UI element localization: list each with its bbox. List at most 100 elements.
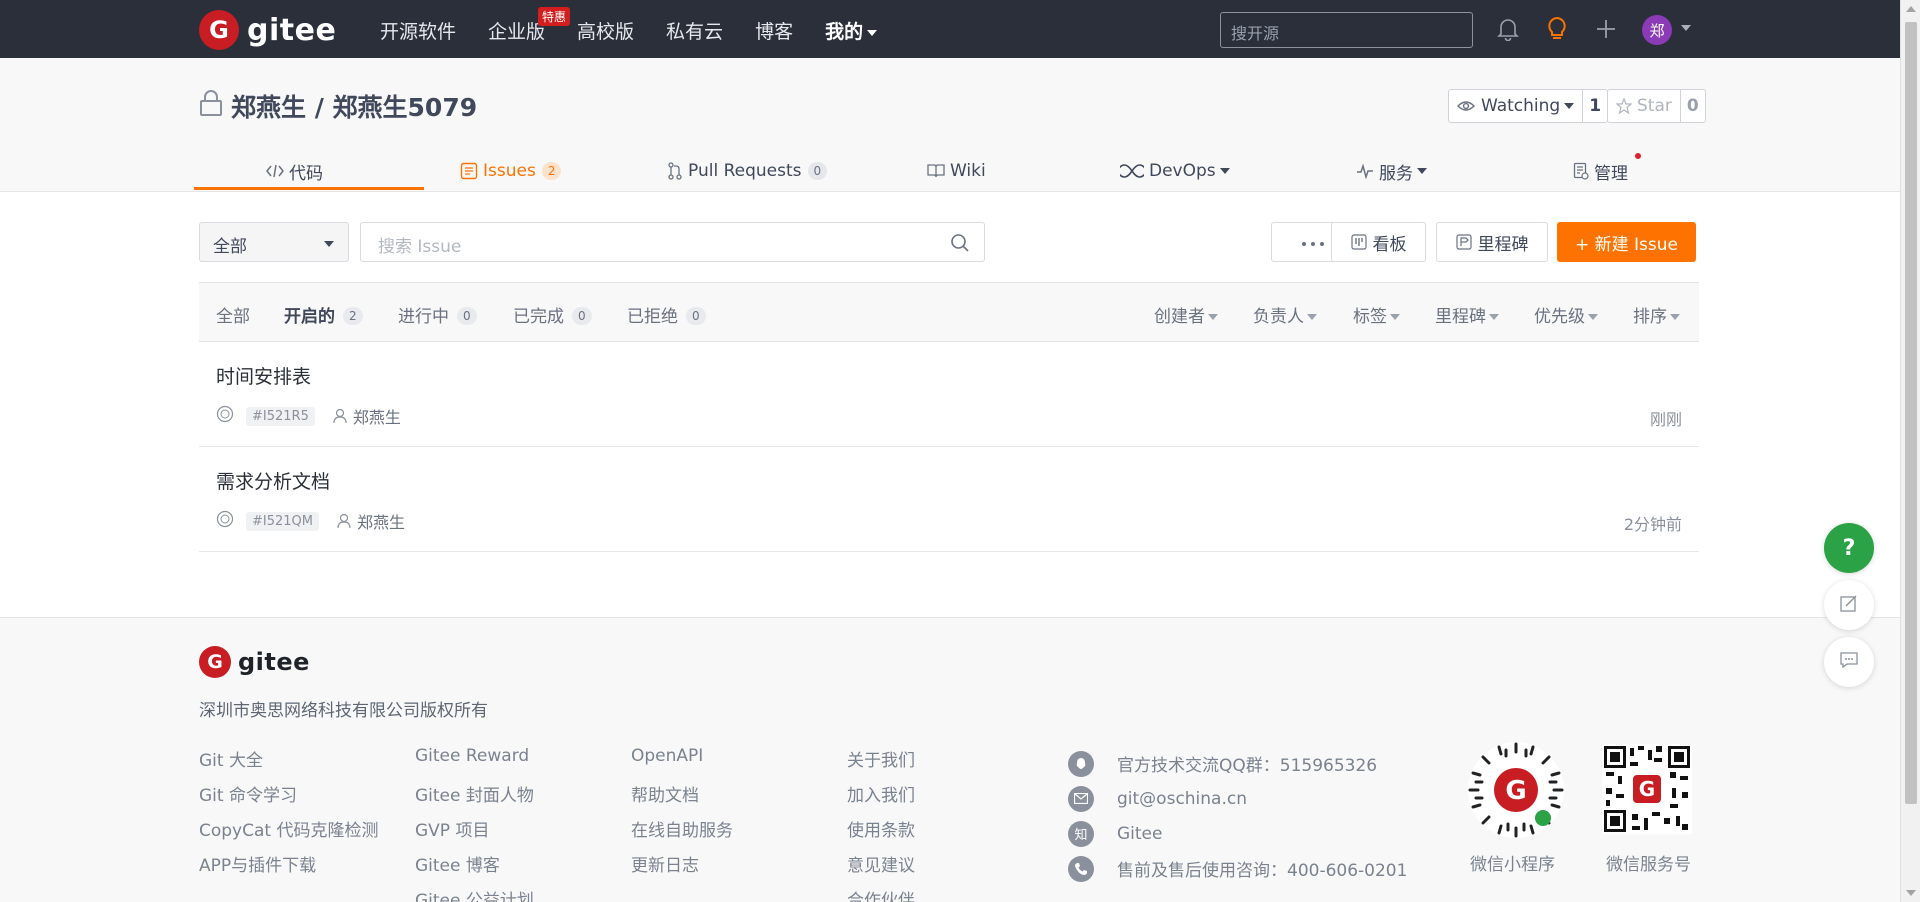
tab-wiki[interactable]: Wiki [927,150,986,192]
plus-icon[interactable] [1593,16,1619,42]
footer-link[interactable]: 更新日志 [631,851,733,886]
footer-logo[interactable]: G gitee [199,646,310,678]
footer-link[interactable]: 关于我们 [847,746,915,781]
issue-title[interactable]: 时间安排表 [216,362,311,389]
kanban-button[interactable]: 看板 [1331,222,1426,262]
footer-company: 深圳市奥思网络科技有限公司版权所有 [199,701,488,721]
watch-count[interactable]: 1 [1583,96,1607,116]
footer-link[interactable]: 在线自助服务 [631,816,733,851]
tab-code[interactable]: 代码 [266,150,323,192]
footer-link[interactable]: APP与插件下载 [199,851,378,886]
tab-manage[interactable]: 管理 [1573,150,1641,192]
filter-assignee[interactable]: 负责人 [1253,302,1317,327]
filter-milestone[interactable]: 里程碑 [1435,302,1499,327]
tab-pull-requests[interactable]: Pull Requests 0 [667,150,828,192]
eye-icon [1457,101,1475,111]
state-closed-count: 0 [572,307,592,325]
tab-services[interactable]: 服务 [1356,150,1427,192]
issue-number[interactable]: #I521QM [246,511,319,531]
chevron-down-icon [1219,168,1230,174]
footer-link[interactable]: 意见建议 [847,851,915,886]
issue-number[interactable]: #I521R5 [246,406,315,426]
star-button[interactable]: Star 0 [1607,89,1706,123]
watch-label: Watching [1481,96,1561,116]
repo-header: 郑燕生 / 郑燕生5079 Watching 1 Star 0 代码 Issue… [0,58,1900,192]
mini-program-label: 微信小程序 [1470,855,1555,875]
feedback-button[interactable] [1824,580,1874,630]
tab-issues[interactable]: Issues 2 [460,150,562,192]
issue-scope-select[interactable]: 全部 [199,222,349,262]
lightbulb-icon[interactable] [1544,16,1570,42]
state-all[interactable]: 全部 [216,302,250,327]
footer-link[interactable]: Gitee 公益计划 [415,886,534,902]
search-icon[interactable] [950,233,970,258]
contact-zhihu[interactable]: 知 Gitee [1068,816,1407,851]
list-item[interactable]: 需求分析文档 #I521QM 郑燕生 2分钟前 [199,447,1699,552]
state-progressing[interactable]: 进行中 0 [398,302,477,327]
scroll-down-icon[interactable] [1906,890,1916,896]
tab-pr-label: Pull Requests [688,161,802,181]
chat-button[interactable] [1824,637,1874,687]
footer-column-2: Gitee Reward Gitee 封面人物 GVP 项目 Gitee 博客 … [415,746,534,902]
footer-link[interactable]: Gitee Reward [415,746,534,781]
star-label-wrap: Star [1608,90,1681,122]
scroll-up-icon[interactable] [1906,6,1916,12]
nav-private-cloud[interactable]: 私有云 [666,17,723,44]
filter-priority[interactable]: 优先级 [1534,302,1598,327]
state-closed[interactable]: 已完成 0 [513,302,592,327]
nav-blog[interactable]: 博客 [755,17,793,44]
nav-enterprise[interactable]: 企业版 特惠 [488,7,571,44]
gitee-logo[interactable]: G gitee [199,10,336,50]
global-search-input[interactable]: 搜开源 [1220,12,1473,48]
footer-link[interactable]: Gitee 博客 [415,851,534,886]
state-open[interactable]: 开启的 2 [284,302,363,327]
filter-labels[interactable]: 标签 [1353,302,1400,327]
service-account-qr-code: G [1602,744,1692,834]
star-icon [1616,98,1632,114]
footer-link[interactable]: Git 大全 [199,746,378,781]
footer-link[interactable]: Git 命令学习 [199,781,378,816]
avatar-chevron-down-icon[interactable] [1681,25,1691,31]
footer-link[interactable]: 使用条款 [847,816,915,851]
tab-devops[interactable]: DevOps [1120,150,1230,192]
issue-author[interactable]: 郑燕生 [337,509,405,533]
issue-title[interactable]: 需求分析文档 [216,467,330,494]
footer-link[interactable]: 帮助文档 [631,781,733,816]
footer-link[interactable]: 加入我们 [847,781,915,816]
repo-title-text[interactable]: 郑燕生 / 郑燕生5079 [231,88,477,124]
milestone-label: 里程碑 [1477,234,1529,255]
contact-qq[interactable]: 官方技术交流QQ群：515965326 [1068,746,1407,781]
sort-dropdown[interactable]: 排序 [1633,302,1680,327]
issue-author[interactable]: 郑燕生 [333,404,401,428]
footer-link[interactable]: CopyCat 代码克隆检测 [199,816,378,851]
nav-education[interactable]: 高校版 [577,17,634,44]
watch-button[interactable]: Watching 1 [1448,89,1609,123]
contact-email[interactable]: git@oschina.cn [1068,781,1407,816]
contact-phone[interactable]: 售前及售后使用咨询：400-606-0201 [1068,851,1407,886]
book-icon [927,163,945,179]
vertical-scrollbar[interactable] [1900,0,1920,902]
footer-link[interactable]: 合作伙伴 [847,886,915,902]
milestone-button[interactable]: 里程碑 [1436,222,1548,262]
list-item[interactable]: 时间安排表 #I521R5 郑燕生 刚刚 [199,342,1699,447]
sort-label: 排序 [1633,307,1667,327]
chat-icon [1839,651,1859,673]
bell-icon[interactable] [1495,16,1521,42]
nav-open-source[interactable]: 开源软件 [380,17,456,44]
scrollbar-thumb[interactable] [1905,22,1917,804]
star-count[interactable]: 0 [1681,96,1705,116]
chevron-down-icon [867,29,878,36]
help-button[interactable]: ? [1824,523,1874,573]
user-avatar[interactable]: 郑 [1642,15,1672,45]
filter-author[interactable]: 创建者 [1154,302,1218,327]
nav-mine[interactable]: 我的 [825,17,878,44]
state-rejected[interactable]: 已拒绝 0 [627,302,706,327]
chevron-down-icon [1208,314,1218,320]
state-open-label: 开启的 [284,307,335,327]
footer-link[interactable]: OpenAPI [631,746,733,781]
issue-search-input[interactable]: 搜索 Issue [360,222,985,262]
footer-link[interactable]: Gitee 封面人物 [415,781,534,816]
chevron-down-icon [1390,314,1400,320]
footer-link[interactable]: GVP 项目 [415,816,534,851]
new-issue-button[interactable]: + 新建 Issue [1557,222,1696,262]
